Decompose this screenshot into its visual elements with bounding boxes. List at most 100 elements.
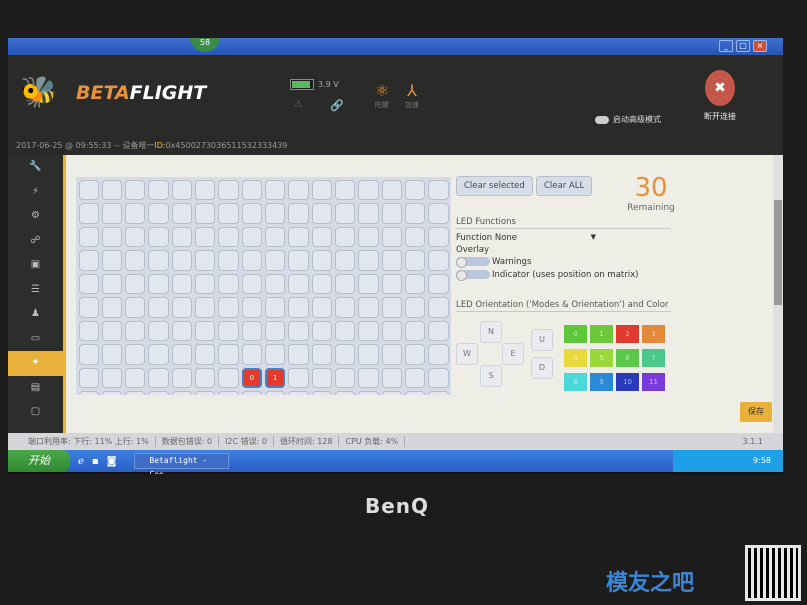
led-cell[interactable] <box>171 391 193 395</box>
led-cell[interactable] <box>334 203 356 224</box>
maximize-button[interactable]: □ <box>736 40 750 52</box>
led-cell[interactable] <box>358 320 379 341</box>
led-cell[interactable] <box>358 179 379 200</box>
toggle-switch[interactable] <box>456 270 490 281</box>
led-cell[interactable] <box>125 179 146 200</box>
led-cell[interactable] <box>428 344 449 365</box>
led-cell[interactable] <box>125 250 146 271</box>
led-cell[interactable] <box>195 320 216 341</box>
led-cell[interactable] <box>334 179 356 200</box>
led-cell[interactable] <box>311 320 332 341</box>
led-cell[interactable] <box>101 226 123 247</box>
color-swatch[interactable]: 3 <box>642 325 665 343</box>
led-cell[interactable] <box>125 203 146 224</box>
led-cell[interactable] <box>381 367 402 388</box>
led-cell[interactable] <box>195 203 216 224</box>
led-cell[interactable] <box>381 320 402 341</box>
led-cell[interactable] <box>101 273 123 294</box>
led-cell[interactable] <box>241 273 262 294</box>
led-cell[interactable] <box>288 203 309 224</box>
led-cell[interactable] <box>195 250 216 271</box>
led-cell[interactable] <box>358 226 379 247</box>
led-cell[interactable] <box>78 344 99 365</box>
color-swatch[interactable]: 8 <box>564 373 587 391</box>
led-cell[interactable] <box>171 297 193 318</box>
led-cell[interactable] <box>101 179 123 200</box>
scrollbar[interactable] <box>773 155 783 433</box>
led-cell[interactable] <box>101 320 123 341</box>
color-swatch[interactable]: 7 <box>642 349 665 367</box>
led-cell[interactable] <box>148 344 169 365</box>
quicklaunch-icon[interactable]: ▪ <box>92 456 99 467</box>
led-cell[interactable] <box>148 226 169 247</box>
led-cell[interactable] <box>334 226 356 247</box>
led-cell[interactable] <box>311 367 332 388</box>
led-cell[interactable] <box>241 320 262 341</box>
scrollbar-thumb[interactable] <box>774 200 782 305</box>
led-cell[interactable] <box>101 297 123 318</box>
led-cell[interactable] <box>381 226 402 247</box>
led-cell[interactable] <box>171 273 193 294</box>
led-cell[interactable] <box>125 391 146 395</box>
led-cell[interactable] <box>78 367 99 388</box>
led-cell[interactable] <box>311 344 332 365</box>
led-cell[interactable] <box>428 203 449 224</box>
led-cell[interactable] <box>171 344 193 365</box>
led-cell[interactable] <box>265 179 286 200</box>
quicklaunch-icon[interactable]: ◙ <box>107 456 117 467</box>
function-select[interactable]: Function None ▼ <box>456 233 596 243</box>
direction-north-button[interactable]: N <box>480 321 502 343</box>
direction-up-button[interactable]: U <box>531 329 553 351</box>
color-swatch[interactable]: 5 <box>590 349 613 367</box>
led-cell[interactable] <box>334 273 356 294</box>
led-cell[interactable] <box>334 297 356 318</box>
led-cell[interactable] <box>288 391 309 395</box>
led-cell[interactable] <box>218 273 239 294</box>
led-cell[interactable] <box>218 179 239 200</box>
led-cell[interactable] <box>311 179 332 200</box>
led-cell[interactable] <box>428 273 449 294</box>
led-cell[interactable] <box>241 203 262 224</box>
color-swatch[interactable]: 0 <box>564 325 587 343</box>
led-cell[interactable] <box>241 179 262 200</box>
direction-south-button[interactable]: S <box>480 365 502 387</box>
led-cell[interactable] <box>428 179 449 200</box>
led-cell[interactable] <box>78 320 99 341</box>
direction-east-button[interactable]: E <box>502 343 524 365</box>
direction-down-button[interactable]: D <box>531 357 553 379</box>
led-cell[interactable] <box>171 367 193 388</box>
led-cell[interactable] <box>171 226 193 247</box>
led-cell[interactable] <box>148 391 169 395</box>
led-cell[interactable] <box>288 273 309 294</box>
led-cell[interactable] <box>78 273 99 294</box>
led-cell[interactable] <box>265 391 286 395</box>
led-cell[interactable] <box>195 297 216 318</box>
led-cell[interactable] <box>218 297 239 318</box>
led-cell[interactable] <box>148 179 169 200</box>
led-cell[interactable] <box>78 179 99 200</box>
sidebar-item-led-strip[interactable]: ✦ <box>8 351 63 376</box>
led-cell[interactable] <box>241 391 262 395</box>
led-cell[interactable] <box>148 297 169 318</box>
led-cell[interactable] <box>171 179 193 200</box>
led-cell[interactable] <box>101 203 123 224</box>
led-cell[interactable] <box>288 179 309 200</box>
disconnect-button[interactable]: ✖ 断开连接 <box>698 70 742 122</box>
led-cell[interactable] <box>428 367 449 388</box>
led-cell[interactable] <box>195 273 216 294</box>
led-cell[interactable] <box>381 203 402 224</box>
led-cell[interactable] <box>195 391 216 395</box>
sidebar-item-setup[interactable]: 🔧 <box>8 155 63 180</box>
led-cell[interactable] <box>311 391 332 395</box>
led-cell[interactable] <box>265 250 286 271</box>
led-cell[interactable] <box>241 297 262 318</box>
led-cell[interactable] <box>334 250 356 271</box>
led-cell[interactable] <box>125 297 146 318</box>
led-cell[interactable] <box>381 391 402 395</box>
led-cell[interactable] <box>125 273 146 294</box>
toggle-switch[interactable] <box>595 115 609 124</box>
led-cell[interactable] <box>428 226 449 247</box>
led-cell[interactable] <box>288 320 309 341</box>
led-cell[interactable] <box>195 179 216 200</box>
led-cell[interactable] <box>288 226 309 247</box>
